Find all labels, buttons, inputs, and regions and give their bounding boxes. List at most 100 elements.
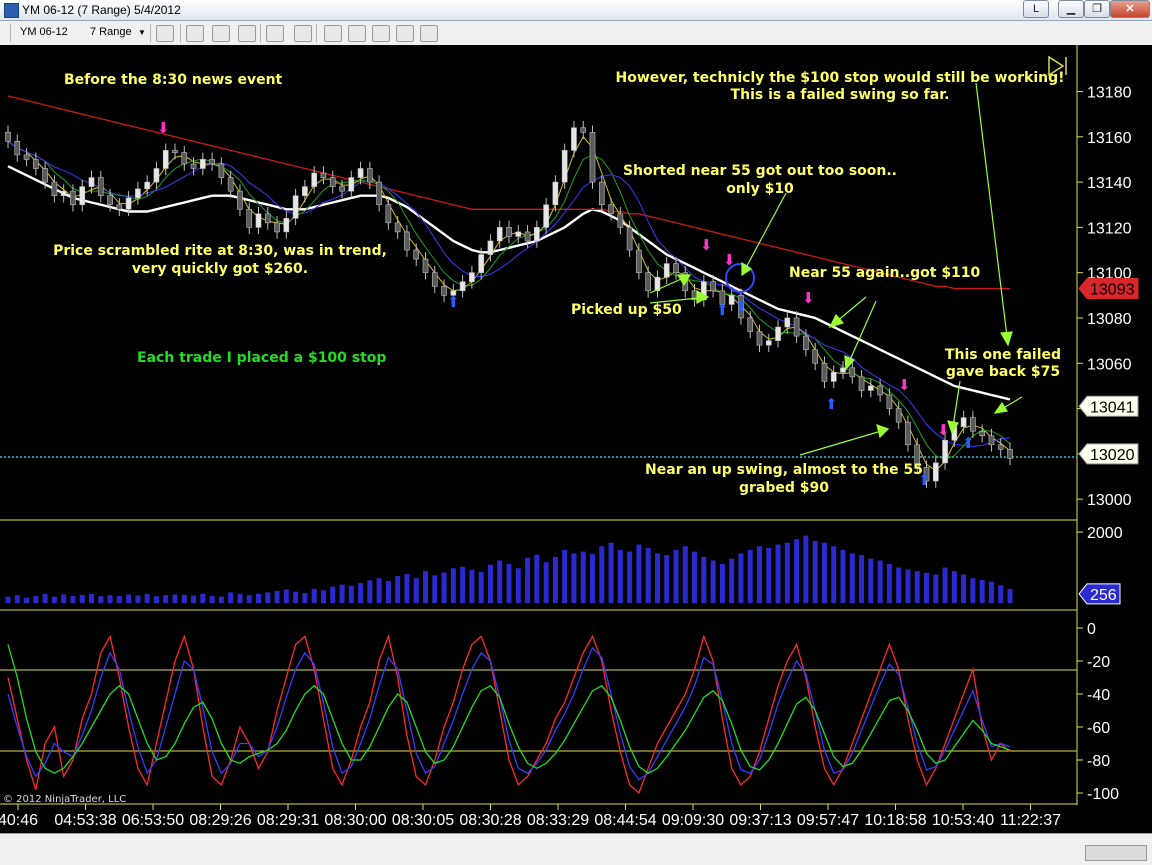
lock-button[interactable]: L [1023, 0, 1049, 18]
volume-bar [153, 596, 159, 603]
candle [302, 186, 308, 196]
buy-arrow-icon: ⬆ [825, 395, 838, 413]
volume-bar [24, 597, 30, 603]
dollar-icon[interactable] [396, 25, 414, 42]
candle [626, 227, 633, 251]
properties-icon[interactable] [420, 25, 438, 42]
volume-bar [988, 581, 994, 603]
strategies-icon[interactable] [372, 25, 390, 42]
zoom-icon[interactable] [294, 25, 312, 42]
candle [895, 408, 902, 423]
volume-bar [404, 573, 410, 603]
volume-bar [469, 569, 475, 603]
volume-bar [311, 588, 317, 603]
volume-bar [432, 575, 438, 603]
volume-bar [283, 589, 289, 603]
volume-bar [144, 594, 150, 603]
candle [515, 231, 522, 237]
chart-toolbar: YM 06-12 7 Range ▼ [0, 21, 1152, 46]
volume-bar [543, 562, 549, 603]
candle [840, 367, 846, 373]
y-tick-label: -80 [1087, 753, 1110, 770]
indicators-icon[interactable] [348, 25, 366, 42]
volume-bar [61, 594, 67, 603]
crosshair-icon[interactable] [266, 25, 284, 42]
candle [636, 249, 642, 273]
buy-arrow-icon: ⬆ [735, 297, 748, 315]
x-tick-label: 08:29:26 [189, 812, 251, 829]
minimize-button[interactable]: ▁ [1058, 0, 1084, 18]
close-button[interactable]: ✕ [1110, 0, 1150, 18]
volume-bar [135, 595, 141, 603]
candle [988, 435, 995, 446]
volume-bar [413, 578, 419, 603]
volume-bar [794, 539, 800, 603]
volume-bar [701, 556, 707, 603]
candle [320, 172, 327, 178]
toolbar-separator [150, 24, 151, 42]
x-tick-label: 06:53:50 [122, 812, 184, 829]
volume-bar [98, 596, 104, 603]
candle [135, 188, 141, 199]
volume-bar [191, 595, 197, 603]
pencil-icon[interactable] [186, 25, 204, 42]
volume-bar [775, 544, 781, 603]
candle [413, 249, 420, 260]
instrument-selector[interactable]: YM 06-12 [20, 24, 68, 41]
candle [775, 326, 781, 341]
status-bar [0, 833, 1152, 865]
y-tick-label: 13120 [1087, 220, 1132, 237]
close-icon: ✕ [1125, 3, 1135, 15]
chart-canvas[interactable]: 1318013160131401312013100130801306013040… [0, 45, 1152, 833]
x-tick-label: 09:09:30 [662, 812, 724, 829]
candle [858, 376, 865, 391]
volume-bar [506, 564, 512, 603]
candle [329, 177, 336, 187]
volume-bar [664, 555, 670, 603]
candle [932, 462, 939, 482]
y-tick-label: 13000 [1087, 492, 1132, 509]
bar-type-icon[interactable] [156, 25, 174, 42]
volume-bar [571, 553, 577, 603]
volume-bar [339, 584, 345, 603]
candle [589, 131, 596, 183]
candle [190, 163, 197, 169]
candle [580, 127, 587, 133]
maximize-icon: ❐ [1092, 3, 1102, 15]
volume-bar [617, 549, 623, 603]
candle [534, 227, 540, 242]
candle [487, 240, 494, 255]
volume-bar [831, 546, 837, 603]
candle [181, 152, 188, 165]
volume-bar [757, 546, 762, 603]
candle [617, 213, 624, 228]
candle [237, 190, 243, 210]
crosshair-tool-icon[interactable] [212, 25, 230, 42]
data-box-icon[interactable] [324, 25, 342, 42]
volume-bar [803, 535, 809, 603]
horizontal-scrollbar-thumb[interactable] [1085, 845, 1147, 861]
candle [970, 417, 976, 432]
pin-icon[interactable] [238, 25, 256, 42]
candle [663, 263, 670, 278]
sell-arrow-icon: ⬇ [802, 289, 815, 307]
sell-arrow-icon: ⬇ [898, 376, 911, 394]
candle [394, 222, 401, 233]
app-icon [4, 3, 19, 18]
candle [367, 168, 373, 183]
volume-bar [1007, 588, 1013, 603]
interval-selector[interactable]: 7 Range [90, 24, 132, 41]
candle [404, 231, 410, 251]
sell-arrow-icon: ⬇ [700, 236, 713, 254]
maximize-button[interactable]: ❐ [1084, 0, 1110, 18]
toolbar-separator [260, 24, 261, 42]
chevron-down-icon[interactable]: ▼ [138, 24, 146, 41]
volume-bar [599, 546, 605, 603]
candle [942, 439, 948, 464]
candle [246, 208, 253, 228]
volume-bar [200, 593, 206, 603]
volume-bar [181, 594, 187, 603]
y-tick-label: 13140 [1087, 175, 1132, 192]
x-tick-label: 40:46 [0, 812, 38, 829]
candle [97, 177, 104, 196]
